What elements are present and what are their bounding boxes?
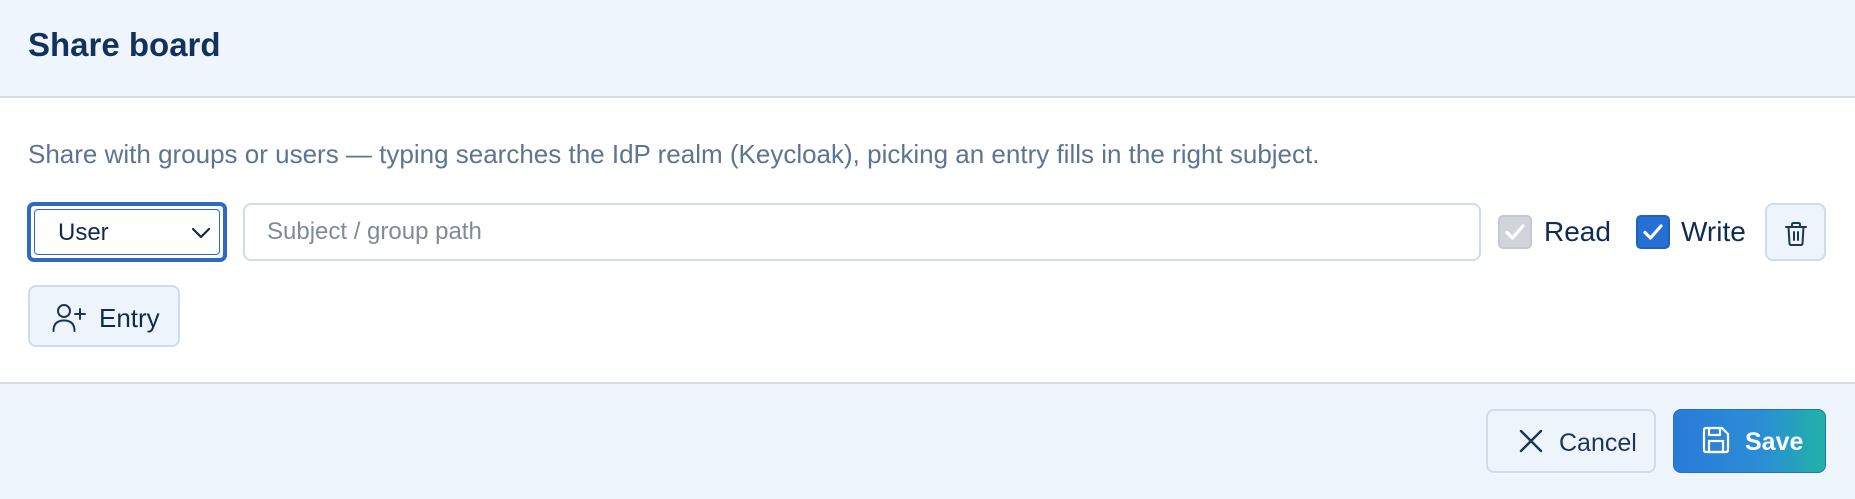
save-label: Save	[1745, 428, 1804, 456]
delete-entry-button[interactable]	[1765, 203, 1826, 261]
cancel-button[interactable]: Cancel	[1486, 409, 1656, 473]
write-checkbox[interactable]	[1636, 215, 1670, 249]
add-entry-button[interactable]: Entry	[28, 285, 180, 347]
dialog-description: Share with groups or users — typing sear…	[28, 139, 1320, 169]
checkmark-icon	[1643, 224, 1663, 240]
save-button[interactable]: Save	[1673, 409, 1826, 473]
read-label: Read	[1544, 216, 1611, 247]
close-icon	[1519, 429, 1543, 453]
dialog-body: Share with groups or users — typing sear…	[0, 98, 1855, 382]
cancel-label: Cancel	[1559, 429, 1637, 457]
dialog-footer: Cancel Save	[0, 382, 1855, 499]
user-plus-icon	[52, 304, 86, 332]
subject-type-value: User	[58, 219, 109, 246]
checkmark-icon	[1505, 224, 1525, 240]
chevron-down-icon	[189, 221, 213, 245]
trash-icon	[1785, 222, 1807, 246]
add-entry-label: Entry	[99, 303, 160, 333]
dialog-title: Share board	[28, 26, 221, 63]
subject-type-select[interactable]: User	[28, 203, 226, 261]
subject-input[interactable]	[243, 203, 1481, 261]
dialog-header: Share board	[0, 0, 1855, 98]
write-label: Write	[1681, 216, 1746, 247]
read-checkbox[interactable]	[1498, 215, 1532, 249]
share-board-dialog: Share board Share with groups or users —…	[0, 0, 1855, 499]
floppy-disk-icon	[1702, 426, 1730, 454]
